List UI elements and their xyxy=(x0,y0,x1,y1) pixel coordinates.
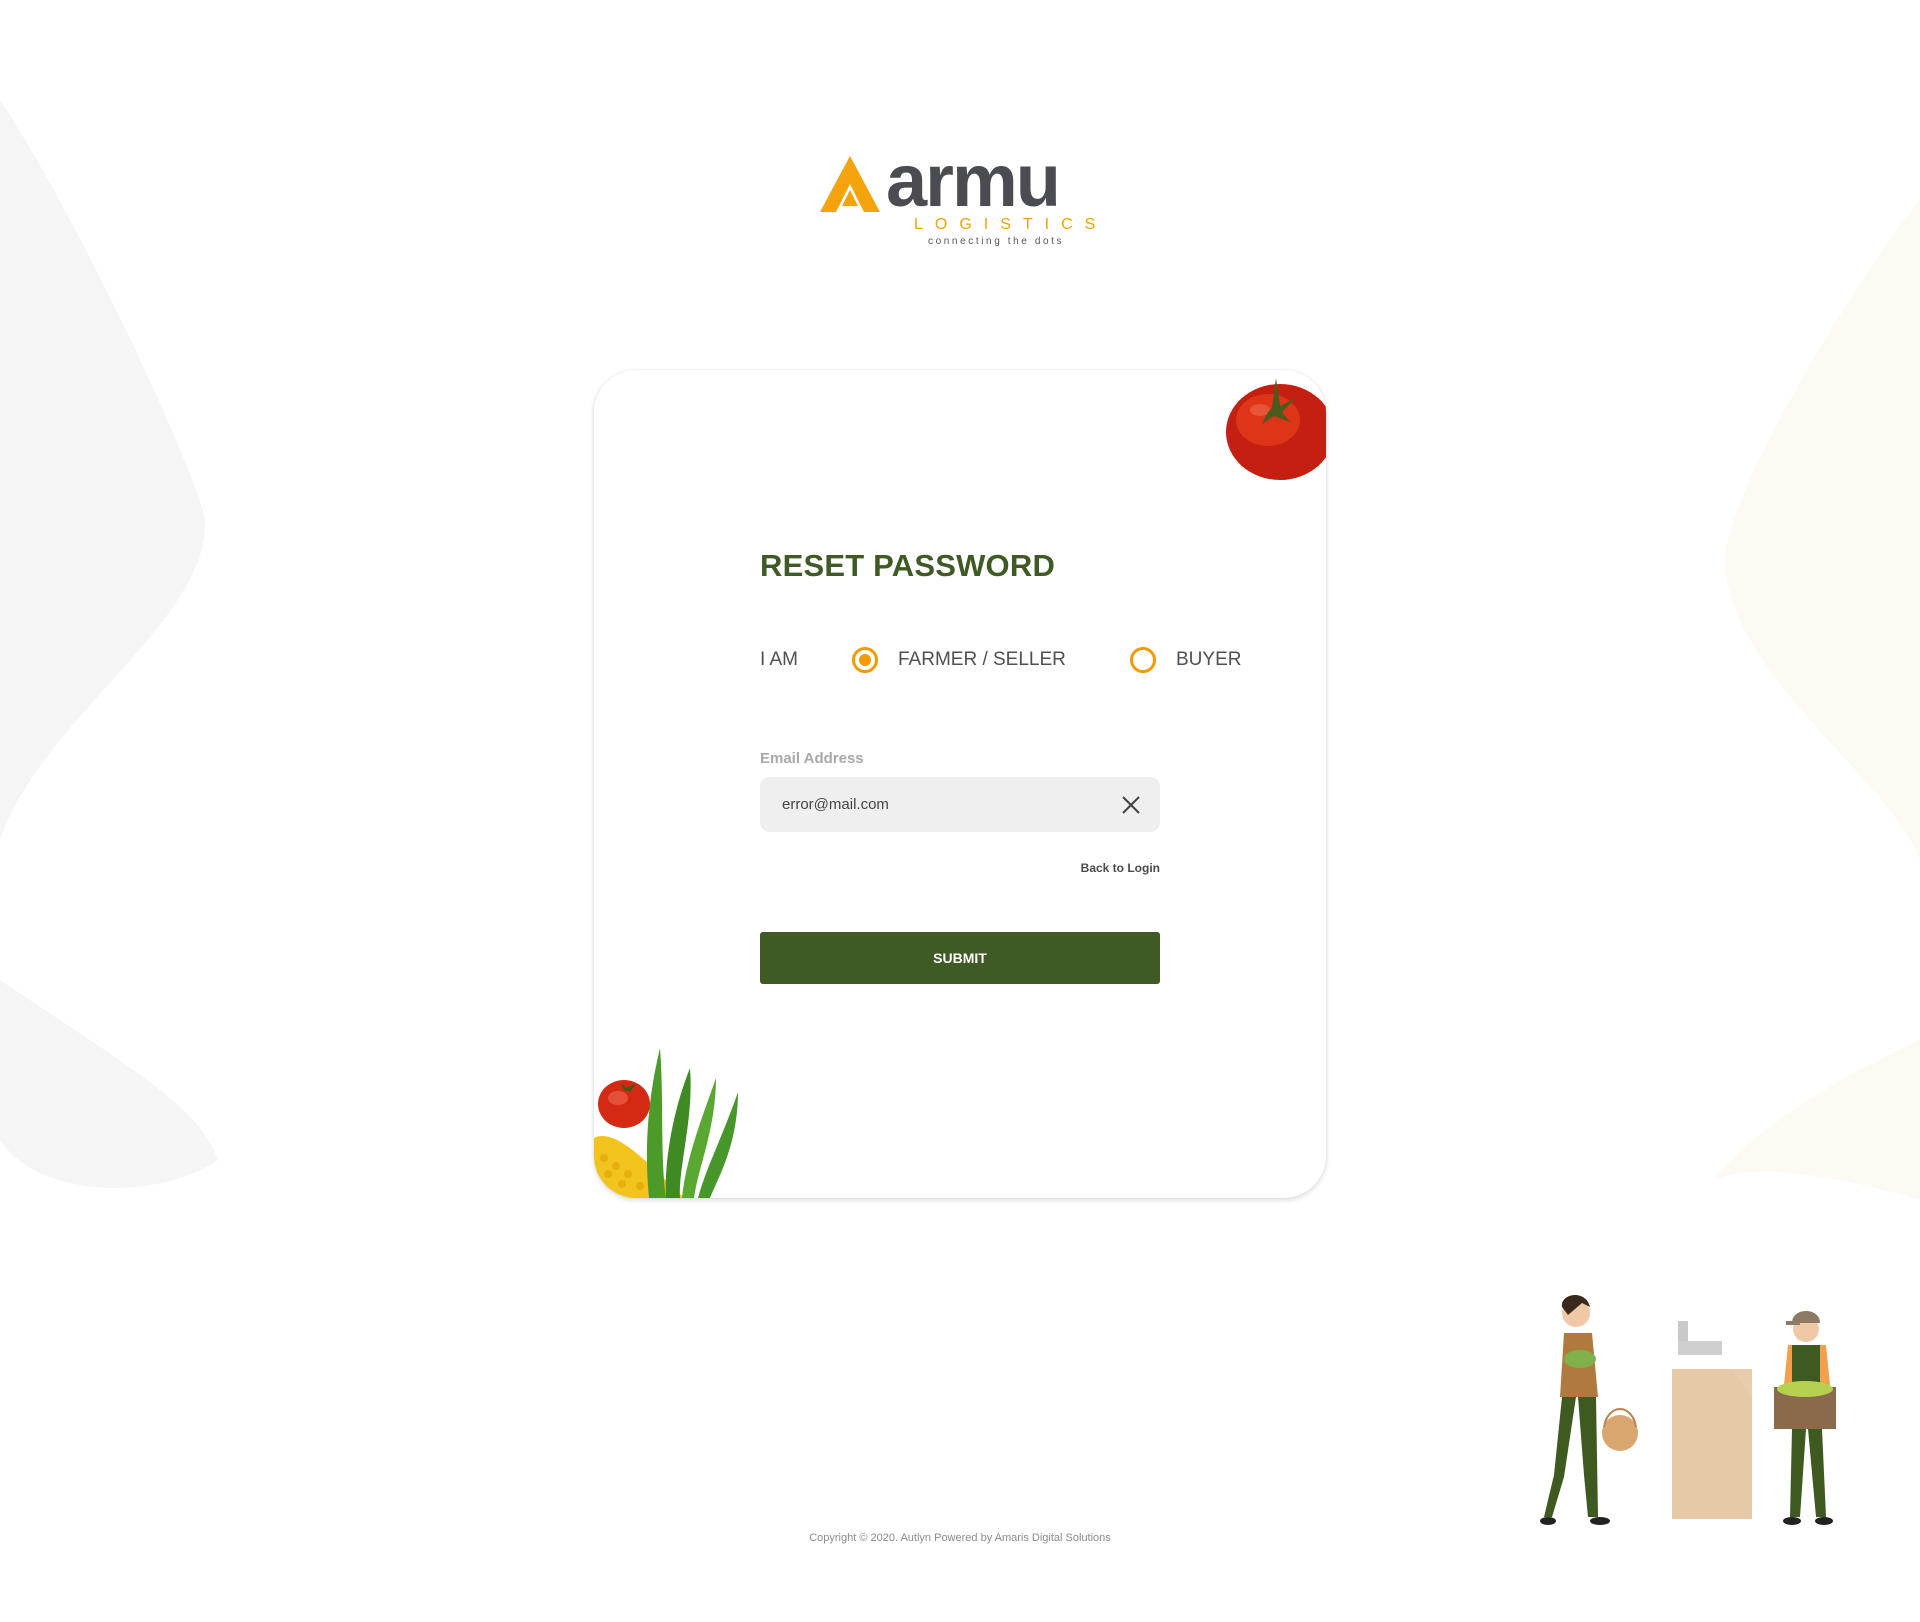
radio-buyer-label: BUYER xyxy=(1176,649,1242,670)
radio-unselected-icon xyxy=(1130,647,1156,673)
radio-farmer-seller[interactable]: FARMER / SELLER xyxy=(852,642,1066,673)
back-to-login-link[interactable]: Back to Login xyxy=(1081,861,1160,875)
radio-buyer[interactable]: BUYER xyxy=(1130,642,1241,673)
email-label: Email Address xyxy=(760,750,864,767)
background-shape-left xyxy=(0,100,218,1188)
vegetables-image xyxy=(594,1048,738,1198)
email-field[interactable] xyxy=(760,777,1100,832)
radio-farmer-seller-label: FARMER / SELLER xyxy=(898,649,1066,670)
radio-dot-icon xyxy=(859,654,871,666)
role-selector: I AM FARMER / SELLER BUYER xyxy=(760,642,1260,678)
email-field-container xyxy=(760,777,1160,832)
farmers-illustration xyxy=(1540,1294,1836,1525)
logo-tagline: connecting the dots xyxy=(928,236,1065,247)
reset-password-card: RESET PASSWORD I AM FARMER / SELLER BUYE… xyxy=(594,370,1326,1198)
reset-password-page: armu LOGISTICS connecting the dots RESET… xyxy=(0,0,1920,1622)
brand-logo: armu LOGISTICS connecting the dots xyxy=(820,144,1100,250)
tomato-image xyxy=(1226,378,1326,480)
logo-wordmark: armu xyxy=(886,139,1061,222)
background-shape-right xyxy=(1715,200,1920,1200)
submit-button[interactable]: SUBMIT xyxy=(760,932,1160,984)
clear-icon[interactable] xyxy=(1120,794,1142,816)
role-label: I AM xyxy=(760,649,799,670)
logo-mark-icon xyxy=(820,156,880,212)
page-title: RESET PASSWORD xyxy=(760,548,1056,583)
logo-subtitle: LOGISTICS xyxy=(914,216,1108,233)
radio-selected-icon xyxy=(852,647,878,673)
